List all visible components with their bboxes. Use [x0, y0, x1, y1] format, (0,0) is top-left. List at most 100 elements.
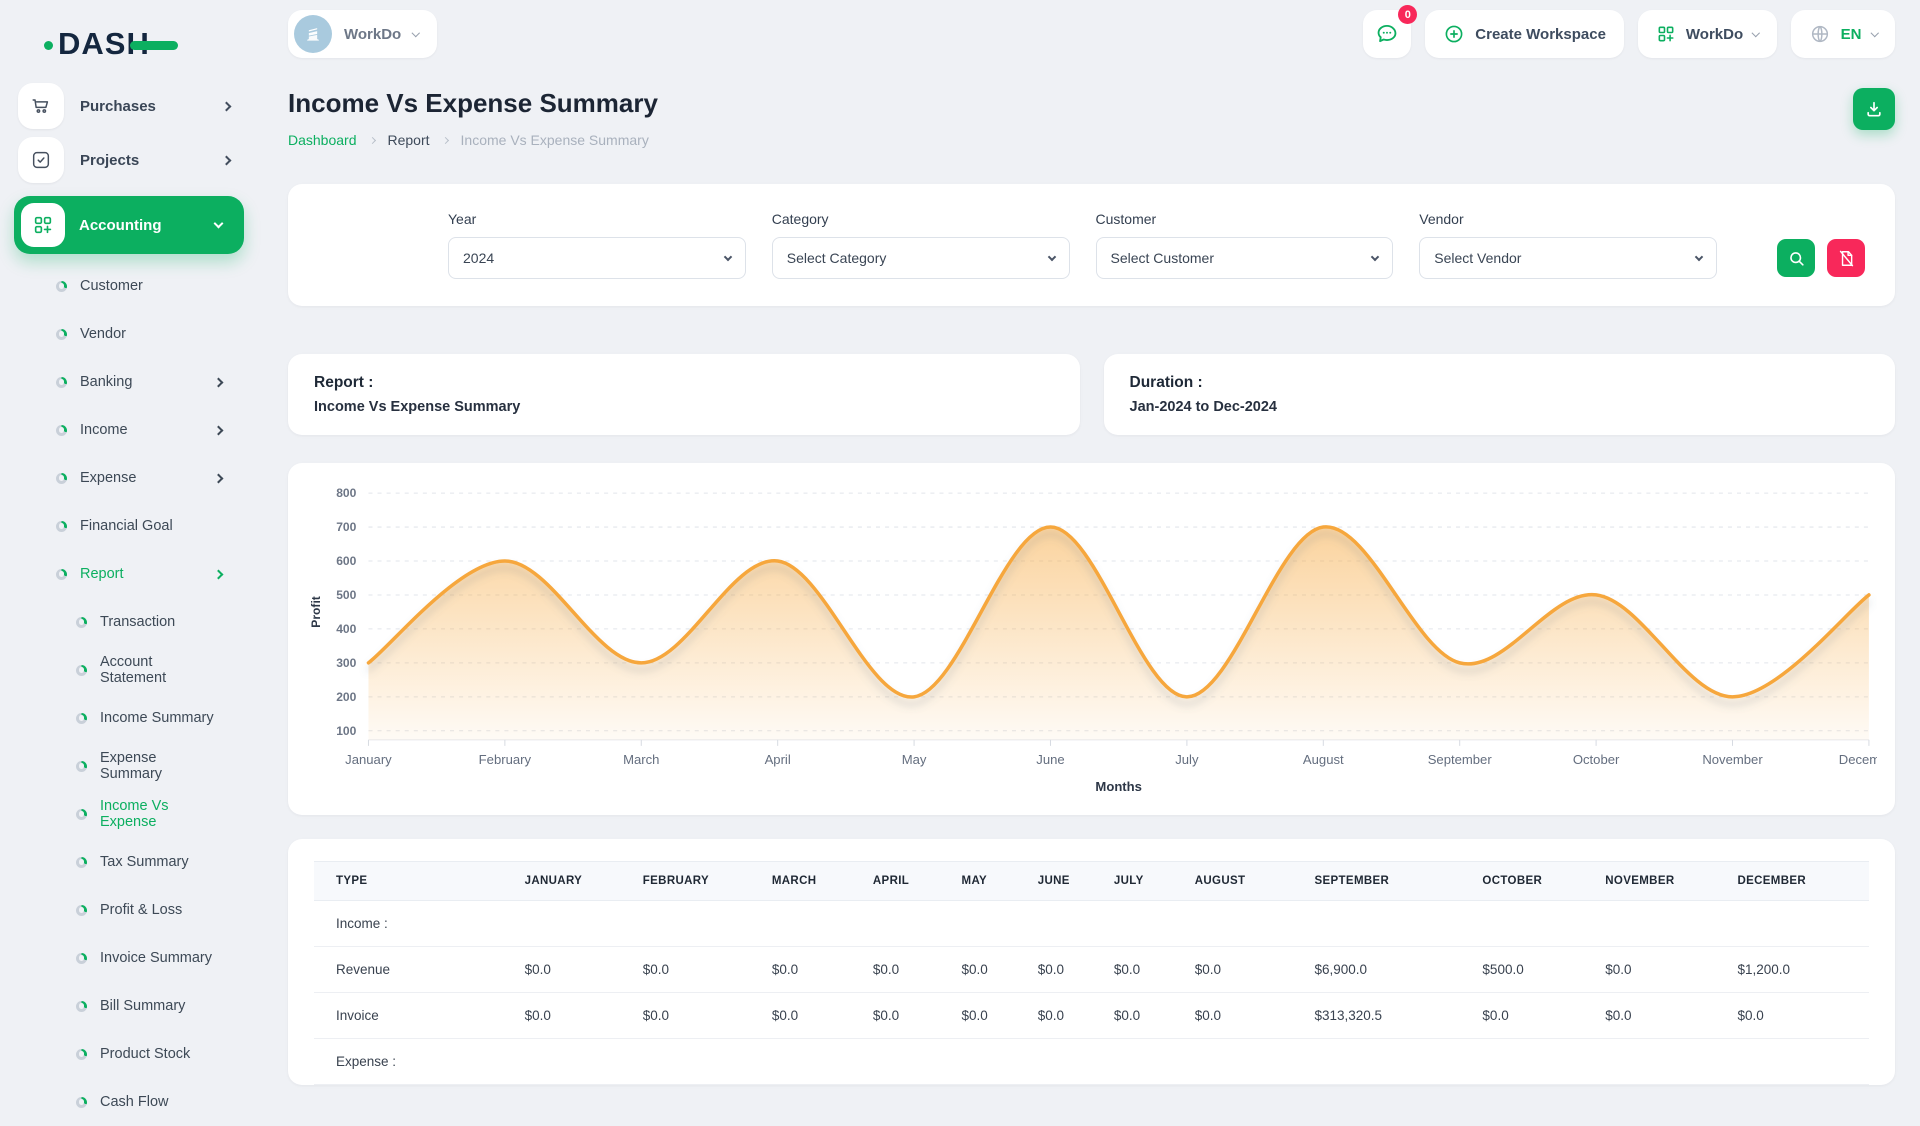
chevron-right-icon — [368, 136, 375, 143]
brand-logo-mark: DASH — [58, 26, 150, 62]
column-header-may: MAY — [952, 862, 1028, 901]
sidebar-item-label: Cash Flow — [100, 1094, 222, 1110]
column-header-august: AUGUST — [1185, 862, 1305, 901]
sidebar-item-accounting[interactable]: Accounting — [14, 196, 244, 254]
income-vs-expense-chart: 100200300400500600700800JanuaryFebruaryM… — [306, 477, 1877, 811]
reset-filter-button[interactable] — [1827, 239, 1865, 277]
category-select[interactable]: Select Category — [772, 237, 1070, 279]
chevron-right-icon — [214, 569, 224, 579]
sidebar: DASH Purchases Projects Accounting — [0, 0, 258, 1080]
sidebar-item-transaction[interactable]: Transaction — [0, 598, 258, 646]
sidebar-item-expense[interactable]: Expense — [0, 454, 258, 502]
sidebar-item-income-summary[interactable]: Income Summary — [0, 694, 258, 742]
cell-value: $500.0 — [1472, 947, 1595, 993]
table-group-row: Income : — [314, 901, 1869, 947]
sidebar-item-report[interactable]: Report — [0, 550, 258, 598]
breadcrumb-report[interactable]: Report — [388, 132, 430, 148]
category-select-value: Select Category — [787, 250, 887, 266]
download-icon — [1864, 99, 1884, 119]
column-header-september: SEPTEMBER — [1304, 862, 1472, 901]
bullet-ring-icon — [56, 425, 67, 436]
summary-table-card: TYPEJANUARYFEBRUARYMARCHAPRILMAYJUNEJULY… — [288, 839, 1895, 1085]
search-button[interactable] — [1777, 239, 1815, 277]
sidebar-item-label: Tax Summary — [100, 854, 222, 870]
bullet-ring-icon — [76, 953, 87, 964]
column-header-october: OCTOBER — [1472, 862, 1595, 901]
sidebar-item-projects[interactable]: Projects — [0, 134, 258, 186]
table-header-row: TYPEJANUARYFEBRUARYMARCHAPRILMAYJUNEJULY… — [314, 862, 1869, 901]
cell-value: $313,320.5 — [1304, 993, 1472, 1039]
customer-select-value: Select Customer — [1111, 250, 1214, 266]
chevron-down-icon — [1371, 252, 1379, 260]
sidebar-item-purchases[interactable]: Purchases — [0, 80, 258, 132]
language-selector[interactable]: EN — [1791, 10, 1895, 58]
svg-text:January: January — [345, 752, 392, 767]
svg-text:Months: Months — [1095, 779, 1142, 794]
sidebar-item-expense-summary[interactable]: Expense Summary — [0, 742, 258, 790]
duration-card: Duration : Jan-2024 to Dec-2024 — [1104, 354, 1896, 435]
sidebar-item-customer[interactable]: Customer — [0, 262, 258, 310]
sidebar-item-invoice-summary[interactable]: Invoice Summary — [0, 934, 258, 982]
sidebar-item-label: Income — [80, 422, 202, 438]
filter-row: Year 2024 Category Select Category Custo… — [318, 211, 1865, 279]
vendor-label: Vendor — [1419, 211, 1717, 227]
sidebar-item-label: Report — [80, 566, 202, 582]
bullet-ring-icon — [76, 665, 87, 676]
page-title: Income Vs Expense Summary — [288, 88, 658, 119]
chevron-right-icon — [222, 101, 232, 111]
svg-text:August: August — [1303, 752, 1344, 767]
vendor-select[interactable]: Select Vendor — [1419, 237, 1717, 279]
svg-text:100: 100 — [336, 724, 356, 738]
chevron-down-icon — [214, 219, 224, 229]
logo-dash-icon — [130, 41, 178, 50]
sidebar-item-cash-flow[interactable]: Cash Flow — [0, 1078, 258, 1126]
sidebar-item-tax-summary[interactable]: Tax Summary — [0, 838, 258, 886]
sidebar-item-income[interactable]: Income — [0, 406, 258, 454]
sidebar-item-profit-loss[interactable]: Profit & Loss — [0, 886, 258, 934]
svg-text:October: October — [1573, 752, 1620, 767]
year-select[interactable]: 2024 — [448, 237, 746, 279]
chevron-down-icon — [1870, 29, 1878, 37]
sidebar-item-label: Account Statement — [100, 654, 222, 686]
sidebar-item-income-vs-expense[interactable]: Income Vs Expense — [0, 790, 258, 838]
svg-text:July: July — [1175, 752, 1199, 767]
messages-badge: 0 — [1398, 5, 1417, 24]
sidebar-item-bill-summary[interactable]: Bill Summary — [0, 982, 258, 1030]
column-header-march: MARCH — [762, 862, 863, 901]
cell-value: $0.0 — [633, 947, 762, 993]
chevron-down-icon — [412, 29, 420, 37]
chevron-down-icon — [1695, 252, 1703, 260]
bullet-ring-icon — [56, 377, 67, 388]
sidebar-item-account-statement[interactable]: Account Statement — [0, 646, 258, 694]
cell-value: $0.0 — [1595, 993, 1727, 1039]
breadcrumb-dashboard[interactable]: Dashboard — [288, 132, 357, 148]
svg-text:700: 700 — [336, 520, 356, 534]
bullet-ring-icon — [76, 1001, 87, 1012]
grid-plus-icon — [1656, 24, 1676, 44]
create-workspace-button[interactable]: Create Workspace — [1425, 10, 1624, 58]
bullet-ring-icon — [56, 569, 67, 580]
bullet-ring-icon — [56, 281, 67, 292]
category-label: Category — [772, 211, 1070, 227]
sidebar-item-label: Banking — [80, 374, 202, 390]
chevron-right-icon — [441, 136, 448, 143]
sidebar-item-vendor[interactable]: Vendor — [0, 310, 258, 358]
filter-actions — [1777, 239, 1865, 279]
page-header: Income Vs Expense Summary Dashboard Repo… — [288, 88, 1895, 148]
workspace-selector[interactable]: WorkDo — [288, 10, 437, 58]
sidebar-item-banking[interactable]: Banking — [0, 358, 258, 406]
workdo-menu-button[interactable]: WorkDo — [1638, 10, 1777, 58]
sidebar-item-financial-goal[interactable]: Financial Goal — [0, 502, 258, 550]
column-header-december: DECEMBER — [1727, 862, 1869, 901]
brand-logo[interactable]: DASH — [0, 4, 258, 78]
group-label: Expense : — [314, 1039, 1869, 1085]
cell-value: $0.0 — [1104, 993, 1185, 1039]
cell-value: $0.0 — [762, 993, 863, 1039]
table-row: Revenue$0.0$0.0$0.0$0.0$0.0$0.0$0.0$0.0$… — [314, 947, 1869, 993]
download-button[interactable] — [1853, 88, 1895, 130]
customer-select[interactable]: Select Customer — [1096, 237, 1394, 279]
bullet-ring-icon — [76, 761, 87, 772]
sidebar-item-product-stock[interactable]: Product Stock — [0, 1030, 258, 1078]
messages-button[interactable]: 0 — [1363, 10, 1411, 58]
accounting-submenu: CustomerVendor Banking Income ExpenseFinanc… — [0, 258, 258, 1126]
